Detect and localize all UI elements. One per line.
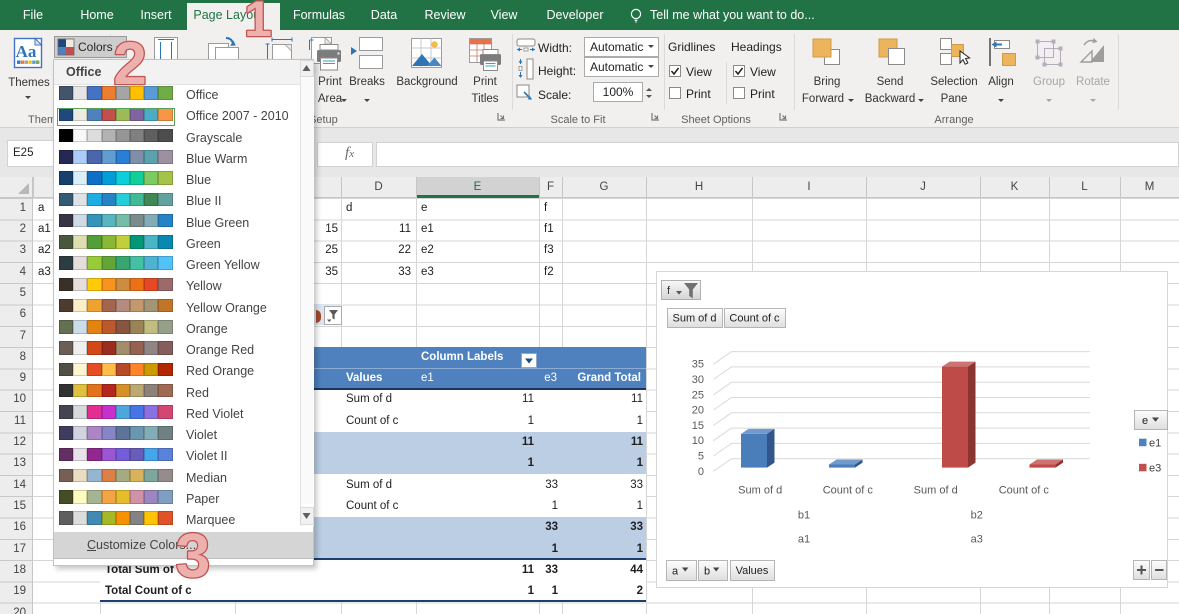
svg-text:10: 10 — [692, 435, 704, 447]
svg-text:Sum of d: Sum of d — [914, 484, 958, 496]
svg-text:5: 5 — [698, 451, 704, 463]
svg-text:e: e — [1142, 415, 1148, 427]
svg-text:a1: a1 — [798, 534, 810, 546]
svg-text:a: a — [672, 566, 679, 578]
svg-text:Count of c: Count of c — [729, 313, 780, 325]
svg-text:35: 35 — [692, 359, 704, 371]
svg-text:Sum of d: Sum of d — [672, 313, 716, 325]
svg-text:20: 20 — [692, 405, 704, 417]
svg-text:Count of c: Count of c — [823, 484, 874, 496]
svg-text:0: 0 — [698, 466, 704, 478]
svg-text:15: 15 — [692, 420, 704, 432]
svg-text:a3: a3 — [971, 534, 983, 546]
svg-text:b1: b1 — [798, 510, 810, 522]
svg-text:Sum of d: Sum of d — [738, 484, 782, 496]
svg-text:e3: e3 — [1149, 463, 1161, 475]
svg-text:Values: Values — [736, 565, 769, 577]
svg-text:e1: e1 — [1149, 438, 1161, 450]
svg-text:Aa: Aa — [16, 42, 37, 61]
svg-text:Count of c: Count of c — [999, 484, 1050, 496]
svg-text:b: b — [704, 566, 710, 578]
svg-text:25: 25 — [692, 389, 704, 401]
svg-text:b2: b2 — [971, 510, 983, 522]
svg-text:30: 30 — [692, 374, 704, 386]
